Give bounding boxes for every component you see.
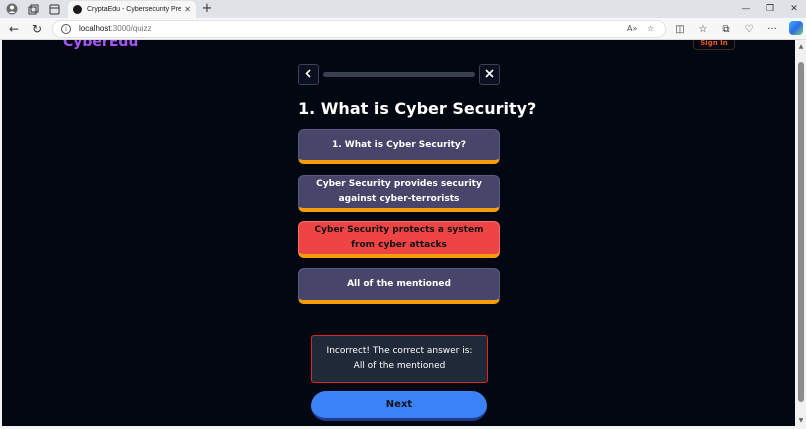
- restore-button[interactable]: ❐: [760, 1, 780, 16]
- workspaces-icon[interactable]: [26, 2, 40, 16]
- answer-option-3-incorrect[interactable]: Cyber Security protects a system from cy…: [298, 221, 500, 258]
- browser-address-bar: ← ↻ i localhost:3000/quizz A» ☆ ◫ ☆ ⧉ ♡ …: [0, 18, 806, 40]
- tab-close-icon[interactable]: ✕: [184, 5, 191, 14]
- url-text: localhost:3000/quizz: [79, 24, 152, 33]
- copilot-icon[interactable]: [789, 21, 803, 35]
- feedback-text: Incorrect! The correct answer is: All of…: [326, 346, 473, 371]
- more-menu-icon[interactable]: ···: [765, 22, 779, 36]
- favicon-icon: [73, 5, 82, 14]
- answer-feedback-message: Incorrect! The correct answer is: All of…: [311, 335, 488, 383]
- url-path: :3000/quizz: [110, 24, 152, 33]
- next-button[interactable]: Next: [311, 391, 487, 421]
- back-arrow-icon[interactable]: ←: [6, 21, 22, 37]
- profile-icon[interactable]: [5, 2, 19, 16]
- url-host: localhost: [79, 24, 111, 33]
- minimize-button[interactable]: —: [736, 1, 756, 16]
- answer-option-label: Cyber Security protects a system from cy…: [314, 225, 484, 250]
- favorite-star-icon[interactable]: ☆: [647, 24, 654, 33]
- favorites-icon[interactable]: ☆: [696, 22, 710, 36]
- tab-title: CryptaEdu - Cybersecurity Preven: [87, 6, 182, 13]
- quiz-progress-bar: [323, 72, 475, 77]
- scroll-thumb[interactable]: [798, 62, 804, 402]
- page-scrollbar[interactable]: ▲ ▼: [796, 40, 806, 426]
- answer-option-1[interactable]: 1. What is Cyber Security?: [298, 129, 500, 164]
- refresh-icon[interactable]: ↻: [29, 21, 45, 37]
- scroll-down-icon[interactable]: ▼: [797, 416, 805, 424]
- new-tab-button[interactable]: +: [200, 1, 214, 16]
- read-aloud-icon[interactable]: A»: [627, 24, 637, 33]
- answer-option-label: All of the mentioned: [347, 279, 451, 289]
- close-quiz-button[interactable]: [479, 64, 500, 85]
- close-icon: [485, 68, 494, 81]
- browser-essentials-icon[interactable]: ♡: [742, 22, 756, 36]
- chevron-left-icon: [304, 68, 313, 81]
- brand-logo[interactable]: CyberEdu: [63, 40, 138, 50]
- tab-actions-icon[interactable]: [47, 2, 61, 16]
- previous-question-button[interactable]: [298, 64, 319, 85]
- site-info-icon[interactable]: i: [61, 24, 71, 34]
- browser-tab-active[interactable]: CryptaEdu - Cybersecurity Preven ✕: [68, 1, 196, 18]
- question-title: 1. What is Cyber Security?: [298, 99, 537, 118]
- answer-option-2[interactable]: Cyber Security provides security against…: [298, 175, 500, 212]
- url-input[interactable]: i localhost:3000/quizz A» ☆: [52, 20, 666, 38]
- window-close-button[interactable]: ✕: [784, 1, 804, 16]
- answer-option-label: Cyber Security provides security against…: [316, 179, 482, 204]
- scroll-up-icon[interactable]: ▲: [797, 42, 805, 50]
- collections-icon[interactable]: ⧉: [719, 22, 733, 36]
- browser-tab-bar: CryptaEdu - Cybersecurity Preven ✕ + — ❐…: [0, 0, 806, 18]
- sign-in-button[interactable]: Sign In: [693, 40, 735, 50]
- quiz-page: CyberEdu Sign In 1. What is Cyber Securi…: [2, 40, 795, 426]
- answer-option-4[interactable]: All of the mentioned: [298, 268, 500, 304]
- answer-option-label: 1. What is Cyber Security?: [331, 139, 467, 150]
- split-screen-icon[interactable]: ◫: [673, 22, 687, 36]
